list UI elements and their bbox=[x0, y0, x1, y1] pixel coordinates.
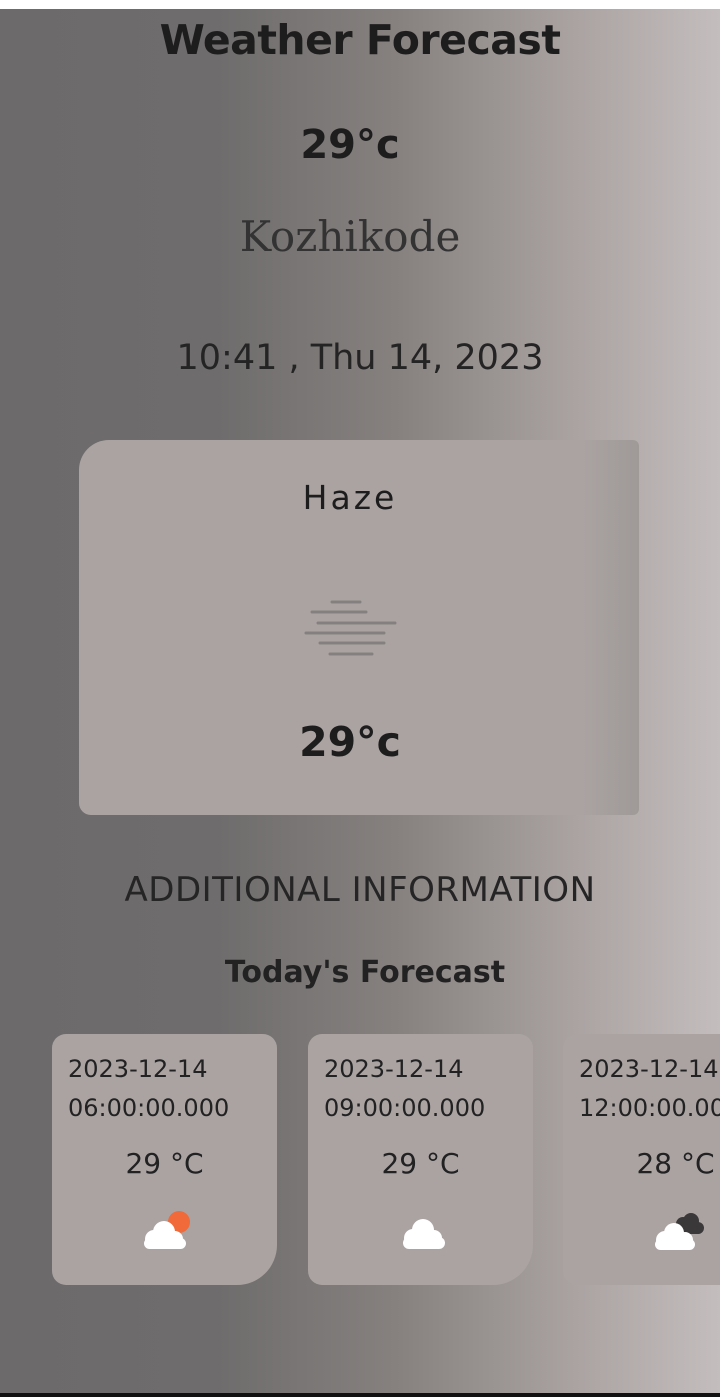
bottom-edge bbox=[0, 1393, 720, 1397]
forecast-date: 2023-12-14 bbox=[324, 1055, 464, 1083]
forecast-time: 06:00:00.000 bbox=[68, 1094, 230, 1122]
date-time: 10:41 , Thu 14, 2023 bbox=[176, 338, 544, 378]
card-temperature: 29°c bbox=[299, 718, 401, 766]
cloud-icon bbox=[403, 1219, 445, 1249]
forecast-card[interactable]: 2023-12-14 09:00:00.000 29 °C bbox=[308, 1034, 533, 1285]
haze-icon bbox=[304, 600, 397, 656]
forecast-time: 12:00:00.000 bbox=[579, 1094, 720, 1122]
status-bar-strip bbox=[0, 0, 720, 9]
forecast-temperature: 29 °C bbox=[125, 1147, 204, 1180]
forecast-datetime: 2023-12-14 09:00:00.000 bbox=[324, 1050, 485, 1128]
forecast-temperature: 29 °C bbox=[381, 1147, 460, 1180]
app-title: Weather Forecast bbox=[159, 16, 561, 64]
forecast-datetime: 2023-12-14 06:00:00.000 bbox=[68, 1050, 229, 1128]
city-name: Kozhikode bbox=[239, 212, 461, 261]
forecast-card[interactable]: 2023-12-14 12:00:00.000 28 °C bbox=[563, 1034, 720, 1285]
todays-forecast-heading: Today's Forecast bbox=[224, 955, 506, 990]
additional-info-heading: ADDITIONAL INFORMATION bbox=[124, 870, 596, 910]
forecast-datetime: 2023-12-14 12:00:00.000 bbox=[579, 1050, 720, 1128]
weather-condition: Haze bbox=[302, 478, 398, 517]
forecast-temperature: 28 °C bbox=[636, 1147, 715, 1180]
forecast-date: 2023-12-14 bbox=[68, 1055, 208, 1083]
forecast-date: 2023-12-14 bbox=[579, 1055, 719, 1083]
forecast-time: 09:00:00.000 bbox=[324, 1094, 486, 1122]
dark-clouds-icon bbox=[655, 1213, 704, 1250]
forecast-card[interactable]: 2023-12-14 06:00:00.000 29 °C bbox=[52, 1034, 277, 1285]
cloud-sun-icon bbox=[144, 1211, 190, 1249]
current-temperature: 29°c bbox=[300, 122, 400, 168]
